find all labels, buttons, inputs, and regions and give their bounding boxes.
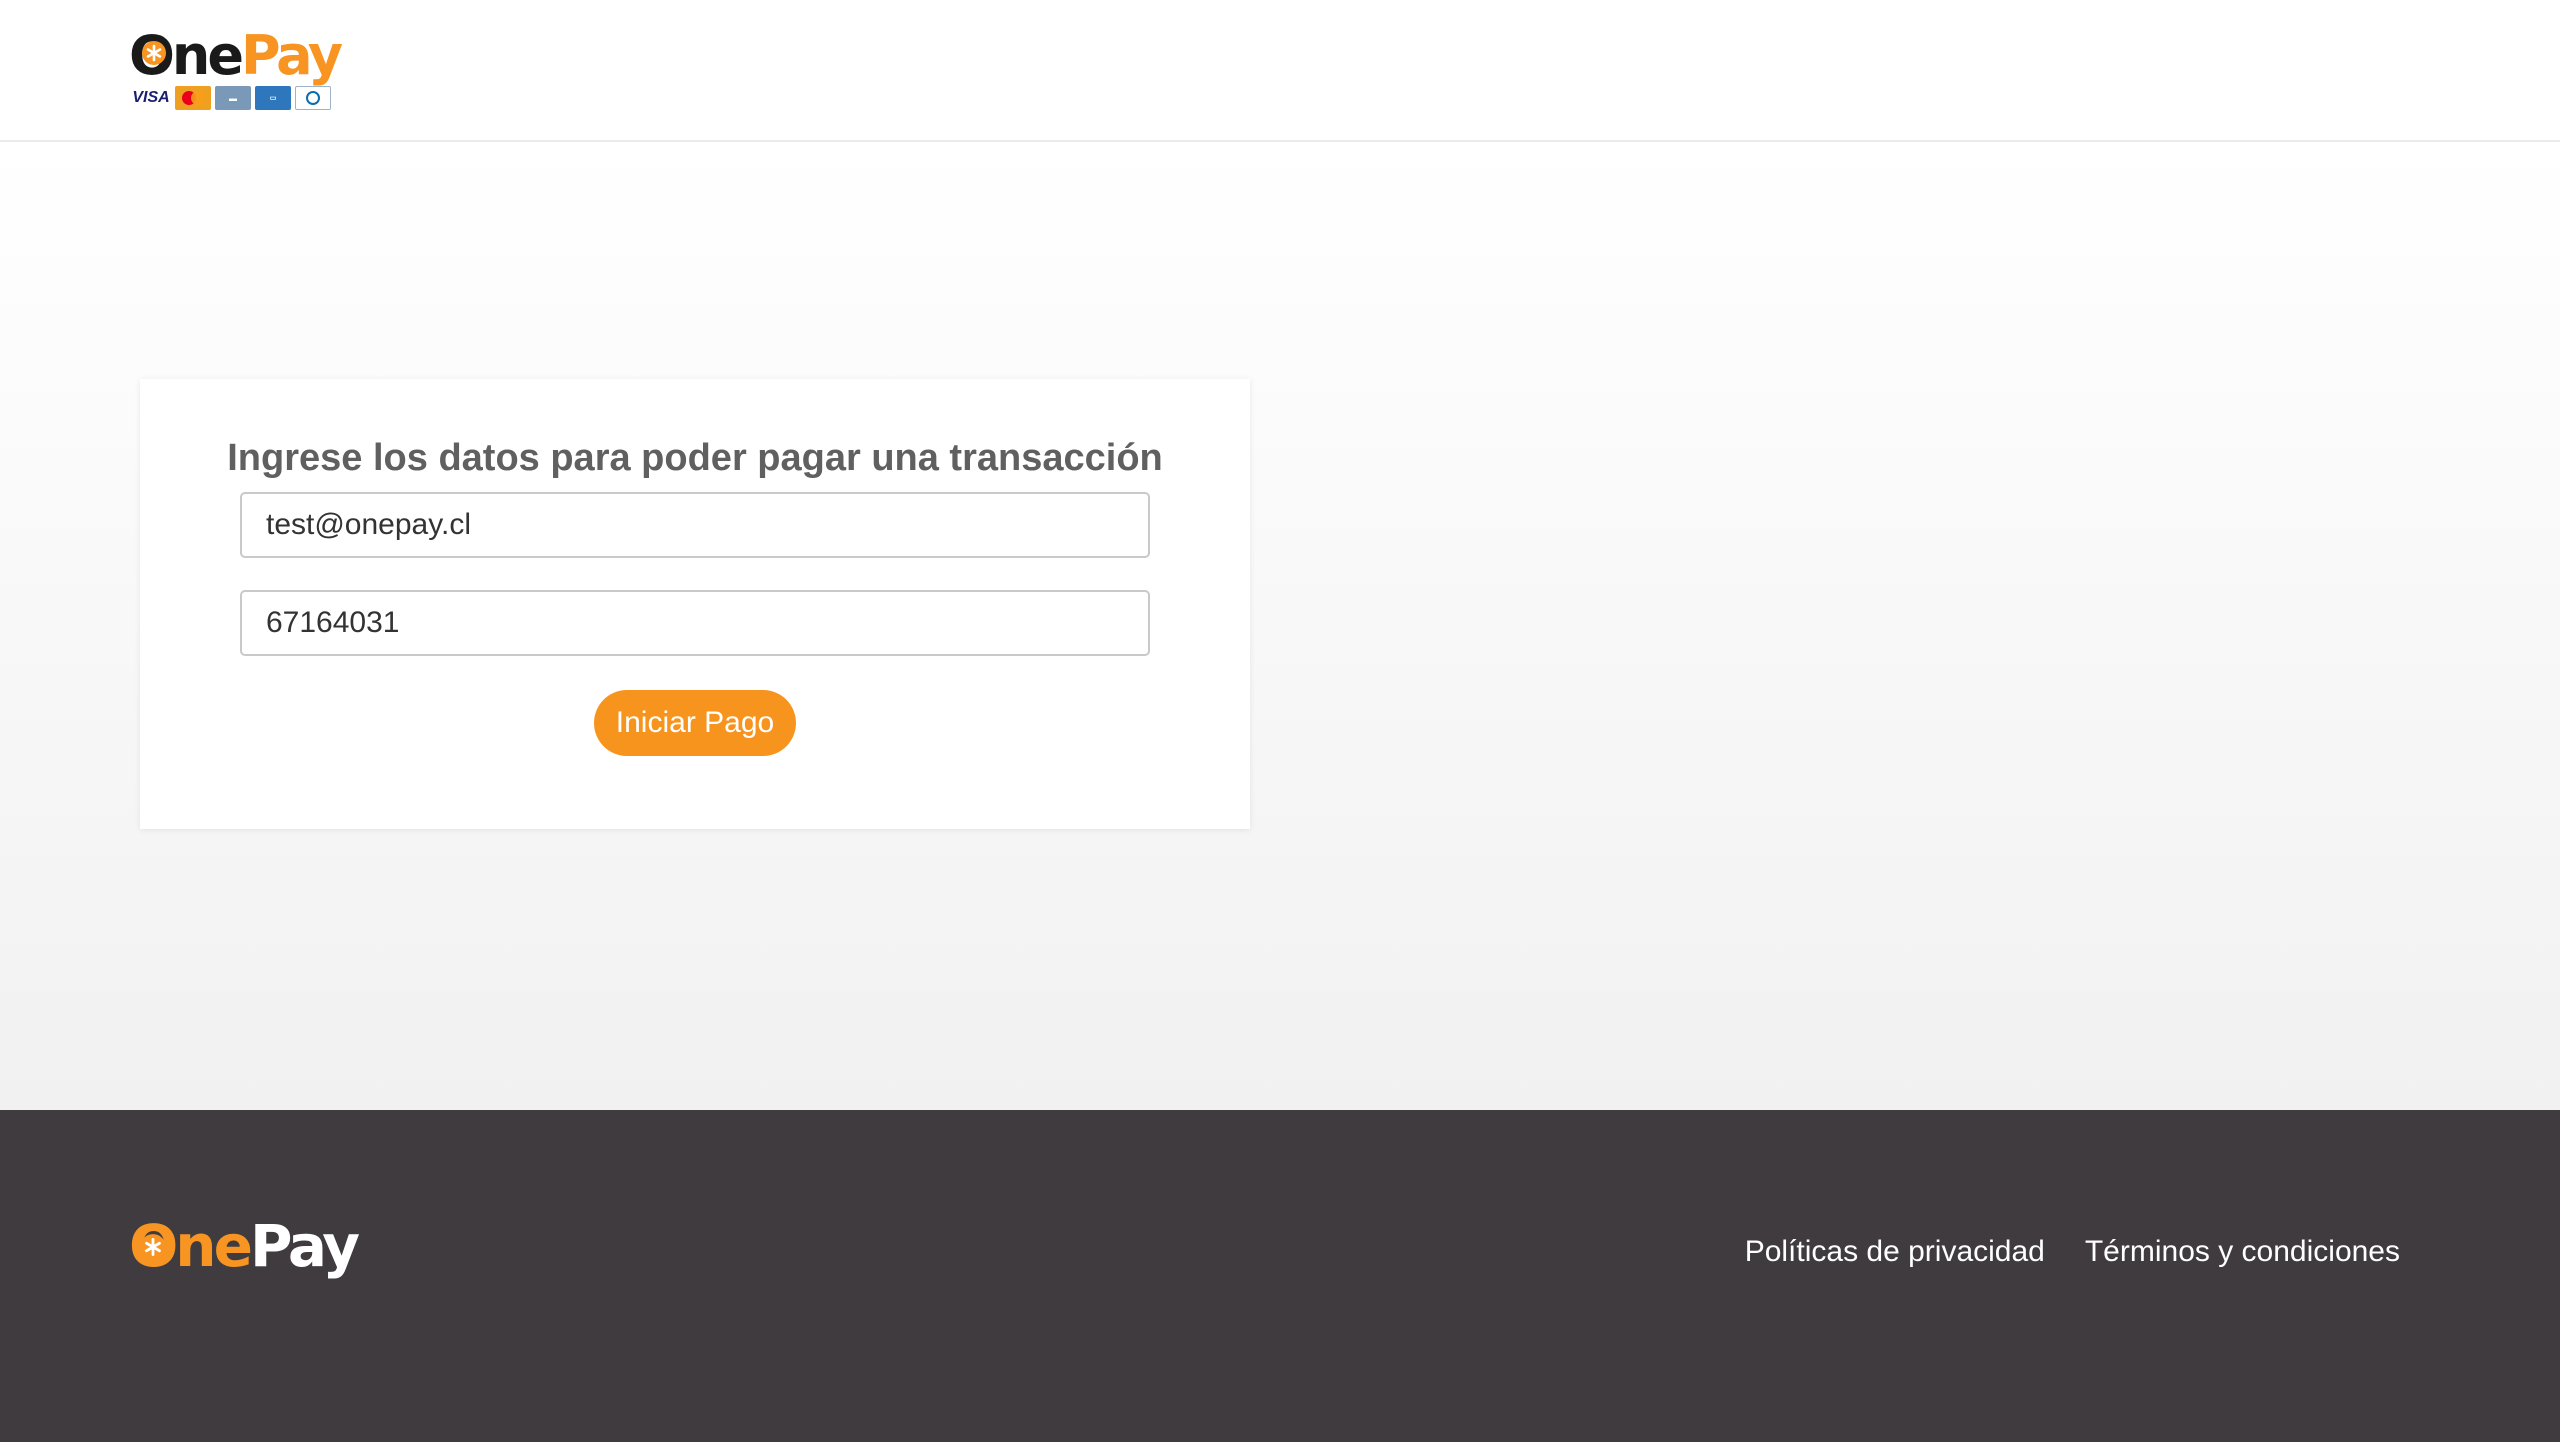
logo-pay-text: Pay xyxy=(240,24,343,87)
footer-nav: Políticas de privacidad Términos y condi… xyxy=(1745,1230,2400,1274)
transaction-code-input[interactable] xyxy=(240,590,1150,656)
terms-and-conditions-link[interactable]: Términos y condiciones xyxy=(2085,1230,2400,1274)
diners-club-card-icon xyxy=(295,86,331,110)
email-input[interactable] xyxy=(240,492,1150,558)
onepay-logo[interactable]: OnePay VISA ▬ ▭ xyxy=(129,26,343,116)
form-title: Ingrese los datos para poder pagar una t… xyxy=(227,437,1163,479)
accepted-cards: VISA ▬ ▭ xyxy=(131,86,331,112)
mastercard-card-icon xyxy=(175,86,211,110)
footer-asterisk-icon xyxy=(140,1234,166,1260)
footer-logo-pay-text: Pay xyxy=(249,1212,360,1280)
magna-card-icon: ▬ xyxy=(215,86,251,110)
visa-card-icon: VISA xyxy=(131,86,171,110)
main-content: Ingrese los datos para poder pagar una t… xyxy=(0,142,2560,1110)
start-payment-button[interactable]: Iniciar Pago xyxy=(594,690,796,756)
asterisk-icon xyxy=(142,41,166,65)
payment-form-panel: Ingrese los datos para poder pagar una t… xyxy=(140,379,1250,829)
footer-onepay-logo[interactable]: OnePay xyxy=(129,1214,360,1284)
american-express-card-icon: ▭ xyxy=(255,86,291,110)
privacy-policy-link[interactable]: Políticas de privacidad xyxy=(1745,1230,2045,1274)
site-footer: OnePay Políticas de privacidad Términos … xyxy=(0,1110,2560,1442)
site-header: OnePay VISA ▬ ▭ xyxy=(0,0,2560,142)
